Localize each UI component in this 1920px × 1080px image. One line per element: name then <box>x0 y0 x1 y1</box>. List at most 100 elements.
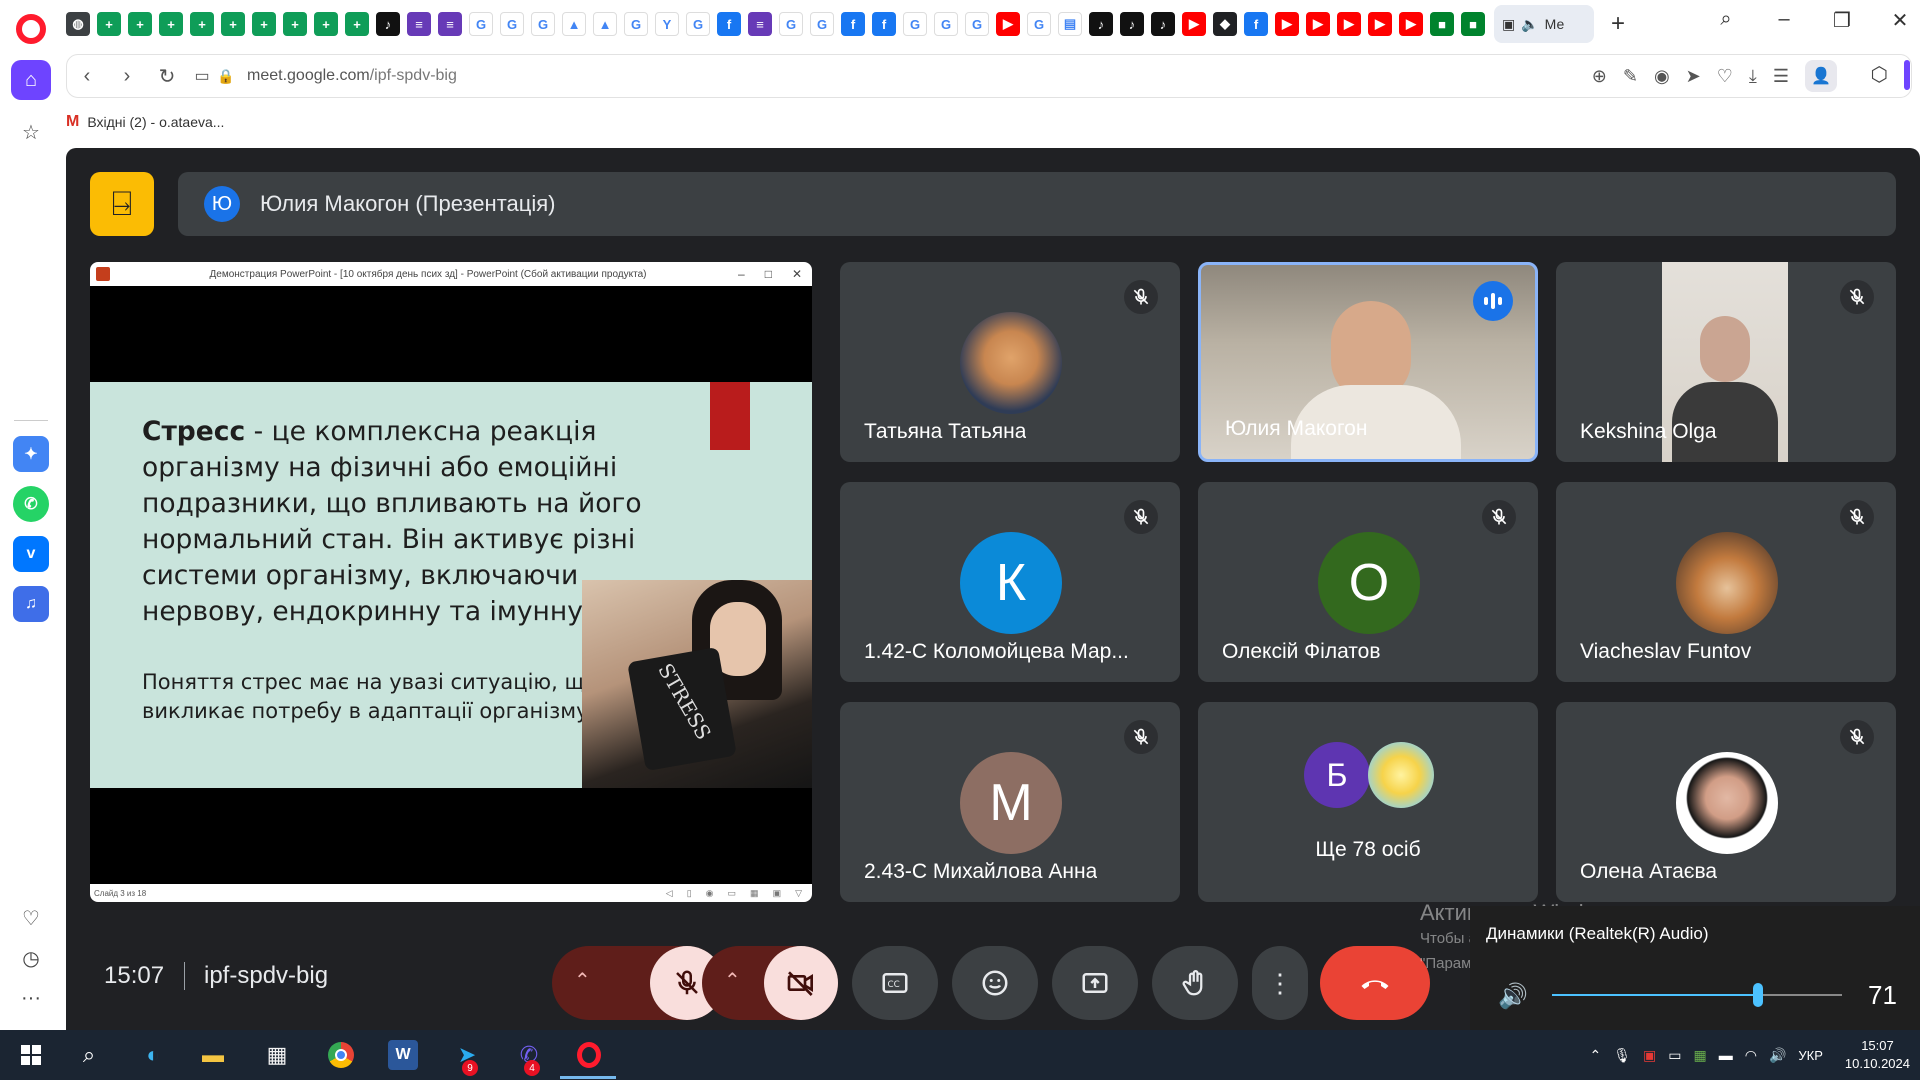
forms-icon[interactable]: ≡ <box>748 12 772 36</box>
captions-button[interactable]: CC <box>852 946 938 1020</box>
volume-thumb[interactable] <box>1752 983 1763 1007</box>
search-tabs-icon[interactable]: ⌕ <box>1714 8 1738 33</box>
sheets-icon[interactable]: + <box>345 12 369 36</box>
youtube-icon[interactable]: ▶ <box>1275 12 1299 36</box>
display-icon[interactable]: ▭ <box>1668 1047 1681 1064</box>
present-screen-button[interactable] <box>1052 946 1138 1020</box>
youtube-icon[interactable]: ▶ <box>1337 12 1361 36</box>
tiktok-icon[interactable]: ♪ <box>1089 12 1113 36</box>
search-icon[interactable]: ⌕ <box>74 1040 104 1070</box>
meet-icon[interactable]: ■ <box>1430 12 1454 36</box>
whatsapp-icon[interactable]: ✆ <box>13 486 49 522</box>
edit-icon[interactable]: ✎ <box>1623 66 1638 87</box>
participant-tile-speaking[interactable]: Юлия Макогон <box>1198 262 1538 462</box>
forms-icon[interactable]: ≡ <box>407 12 431 36</box>
home-icon[interactable]: ⌂ <box>11 60 51 100</box>
facebook-icon[interactable]: f <box>717 12 741 36</box>
youtube-icon[interactable]: ▶ <box>1306 12 1330 36</box>
sheets-icon[interactable]: + <box>252 12 276 36</box>
participant-tile[interactable]: Viacheslav Funtov <box>1556 482 1896 682</box>
companion-mode-button[interactable]: ⍈ <box>90 172 154 236</box>
google-icon[interactable]: G <box>500 12 524 36</box>
minimize-icon[interactable]: – <box>1772 8 1796 33</box>
mic-options-chevron-icon[interactable]: ⌃ <box>574 968 591 993</box>
google-icon[interactable]: G <box>686 12 710 36</box>
lock-icon[interactable]: 🔒 <box>217 68 234 85</box>
google-icon[interactable]: G <box>531 12 555 36</box>
participant-tile[interactable]: К 1.42-С Коломойцева Мар... <box>840 482 1180 682</box>
camera-toggle-button[interactable] <box>764 946 838 1020</box>
google-icon[interactable]: G <box>469 12 493 36</box>
volume-slider[interactable] <box>1552 983 1842 1007</box>
antivirus-icon[interactable]: ▣ <box>1643 1047 1656 1064</box>
google-icon[interactable]: G <box>779 12 803 36</box>
url-field[interactable]: meet.google.com/ipf-spdv-big <box>247 67 1592 85</box>
bookmark-gmail[interactable]: Вхідні (2) - o.ataeva... <box>87 114 224 130</box>
opera-logo-icon[interactable] <box>16 14 46 44</box>
youtube-icon[interactable]: ▶ <box>996 12 1020 36</box>
drive-icon[interactable]: ▲ <box>562 12 586 36</box>
forward-icon[interactable]: › <box>107 65 147 88</box>
sheets-icon[interactable]: + <box>314 12 338 36</box>
microsoft-store-icon[interactable]: ▦ <box>262 1040 292 1070</box>
windows-start-icon[interactable] <box>16 1040 46 1070</box>
new-tab-button[interactable]: + <box>1604 10 1632 38</box>
speaker-icon[interactable]: 🔊 <box>1498 982 1528 1011</box>
chrome-icon[interactable] <box>326 1040 356 1070</box>
history-icon[interactable]: ◷ <box>11 938 51 978</box>
profile-icon[interactable]: 👤 <box>1805 60 1837 92</box>
tab-active[interactable]: ▣ 🔈 Ме <box>1494 5 1594 43</box>
vk-icon[interactable]: v <box>13 536 49 572</box>
heart-icon[interactable]: ♡ <box>1717 66 1733 87</box>
participant-tile[interactable]: Kekshina Olga <box>1556 262 1896 462</box>
more-icon[interactable]: ··· <box>11 978 51 1018</box>
youtube-icon[interactable]: ▶ <box>1182 12 1206 36</box>
more-options-button[interactable]: ⋮ <box>1252 946 1308 1020</box>
google-icon[interactable]: G <box>624 12 648 36</box>
raise-hand-button[interactable] <box>1152 946 1238 1020</box>
forms-icon[interactable]: ≡ <box>438 12 462 36</box>
yandex-icon[interactable]: Y <box>655 12 679 36</box>
document-icon[interactable]: ▤ <box>1058 12 1082 36</box>
language-indicator[interactable]: УКР <box>1798 1048 1823 1063</box>
google-icon[interactable]: G <box>810 12 834 36</box>
google-icon[interactable]: G <box>965 12 989 36</box>
google-icon[interactable]: G <box>934 12 958 36</box>
word-icon[interactable]: W <box>388 1040 418 1070</box>
audio-device-name[interactable]: Динамики (Realtek(R) Audio) <box>1486 924 1709 944</box>
music-player-icon[interactable]: ♫ <box>13 586 49 622</box>
facebook-icon[interactable]: f <box>1244 12 1268 36</box>
drive-icon[interactable]: ▲ <box>593 12 617 36</box>
leave-call-button[interactable] <box>1320 946 1430 1020</box>
shield-icon[interactable]: ◆ <box>1213 12 1237 36</box>
camera-permission-icon[interactable]: ▭ <box>187 66 217 86</box>
sheets-icon[interactable]: + <box>190 12 214 36</box>
sheets-icon[interactable]: + <box>128 12 152 36</box>
volume-icon[interactable]: 🔊 <box>1769 1047 1786 1064</box>
opera-taskbar-icon[interactable] <box>574 1040 604 1070</box>
snapshot-icon[interactable]: ◉ <box>1654 66 1670 87</box>
reload-icon[interactable]: ↻ <box>147 64 187 89</box>
facebook-icon[interactable]: f <box>872 12 896 36</box>
app-store-icon[interactable]: ✦ <box>13 436 49 472</box>
extensions-icon[interactable]: ⬡ <box>1871 62 1888 87</box>
chevron-up-icon[interactable]: ⌃ <box>1590 1047 1602 1064</box>
sheets-icon[interactable]: + <box>159 12 183 36</box>
wifi-icon[interactable]: ◠ <box>1745 1047 1757 1064</box>
camera-options-chevron-icon[interactable]: ⌃ <box>724 968 741 993</box>
heart-icon[interactable]: ♡ <box>11 898 51 938</box>
globe-icon[interactable]: ◍ <box>66 12 90 36</box>
tiktok-icon[interactable]: ♪ <box>1151 12 1175 36</box>
app-tray-icon[interactable]: ▦ <box>1694 1047 1707 1064</box>
youtube-icon[interactable]: ▶ <box>1399 12 1423 36</box>
participant-tile[interactable]: Олена Атаєва <box>1556 702 1896 902</box>
tiktok-icon[interactable]: ♪ <box>376 12 400 36</box>
zoom-icon[interactable]: ⊕ <box>1592 66 1607 87</box>
google-icon[interactable]: G <box>903 12 927 36</box>
sheets-icon[interactable]: + <box>97 12 121 36</box>
google-icon[interactable]: G <box>1027 12 1051 36</box>
send-icon[interactable]: ➤ <box>1686 66 1701 87</box>
star-icon[interactable]: ☆ <box>11 112 51 152</box>
clock[interactable]: 15:07 10.10.2024 <box>1845 1037 1910 1073</box>
battery-icon[interactable]: ▬ <box>1719 1047 1733 1063</box>
